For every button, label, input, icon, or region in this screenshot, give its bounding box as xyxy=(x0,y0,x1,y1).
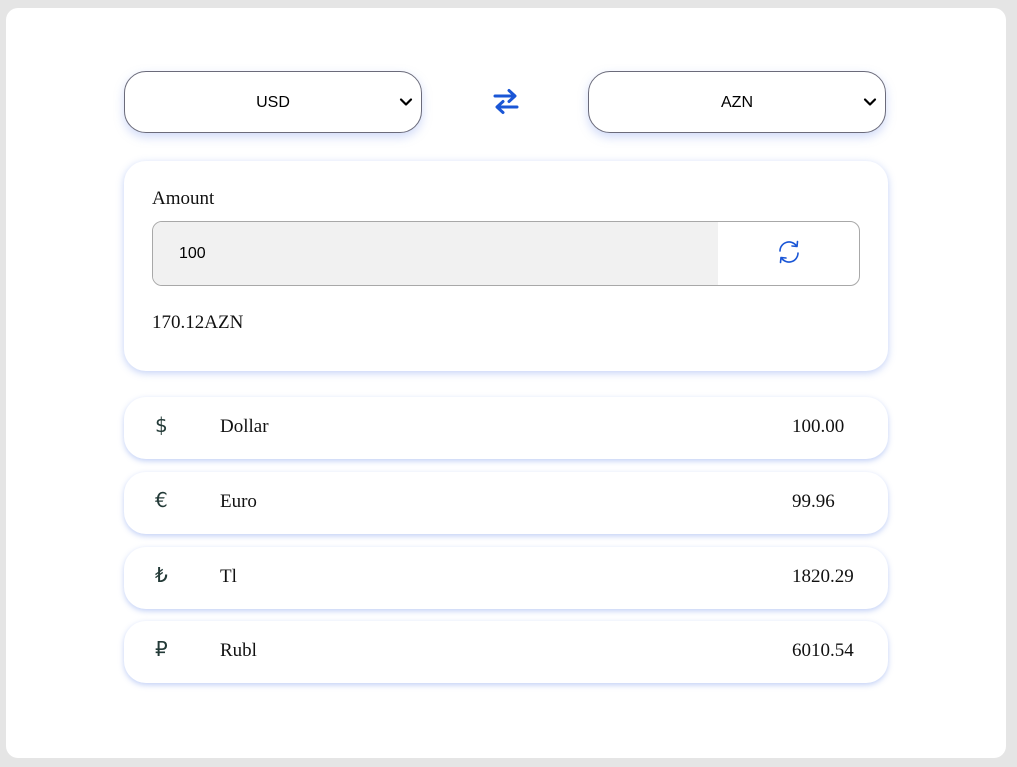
lira-icon: ₺ xyxy=(155,563,168,587)
chevron-down-icon xyxy=(399,98,413,106)
converter-card: USD AZN Amount 100 170.12AZN $ Dollar 10… xyxy=(6,8,1006,758)
to-currency-select[interactable]: AZN xyxy=(588,71,886,133)
ruble-icon: ₽ xyxy=(155,637,168,661)
amount-input[interactable]: 100 xyxy=(153,222,718,285)
amount-panel: Amount 100 170.12AZN xyxy=(124,161,888,371)
currency-name: Rubl xyxy=(220,640,257,661)
conversion-result: 170.12AZN xyxy=(152,312,244,333)
currency-value: 1820.29 xyxy=(792,566,854,587)
swap-arrows-icon[interactable] xyxy=(492,87,520,115)
amount-field-group: 100 xyxy=(152,221,860,286)
currency-name: Tl xyxy=(220,566,237,587)
currency-row-dollar: $ Dollar 100.00 xyxy=(124,397,888,459)
currency-name: Dollar xyxy=(220,416,269,437)
from-currency-value: USD xyxy=(256,94,290,111)
from-currency-select[interactable]: USD xyxy=(124,71,422,133)
amount-label: Amount xyxy=(152,188,215,209)
to-currency-value: AZN xyxy=(721,94,753,111)
currency-value: 100.00 xyxy=(792,416,845,437)
refresh-icon[interactable] xyxy=(775,238,803,266)
currency-row-lira: ₺ Tl 1820.29 xyxy=(124,547,888,609)
currency-value: 6010.54 xyxy=(792,640,854,661)
currency-name: Euro xyxy=(220,491,257,512)
dollar-icon: $ xyxy=(155,413,168,437)
currency-value: 99.96 xyxy=(792,491,835,512)
euro-icon: € xyxy=(155,488,168,512)
chevron-down-icon xyxy=(863,98,877,106)
currency-row-ruble: ₽ Rubl 6010.54 xyxy=(124,621,888,683)
currency-row-euro: € Euro 99.96 xyxy=(124,472,888,534)
